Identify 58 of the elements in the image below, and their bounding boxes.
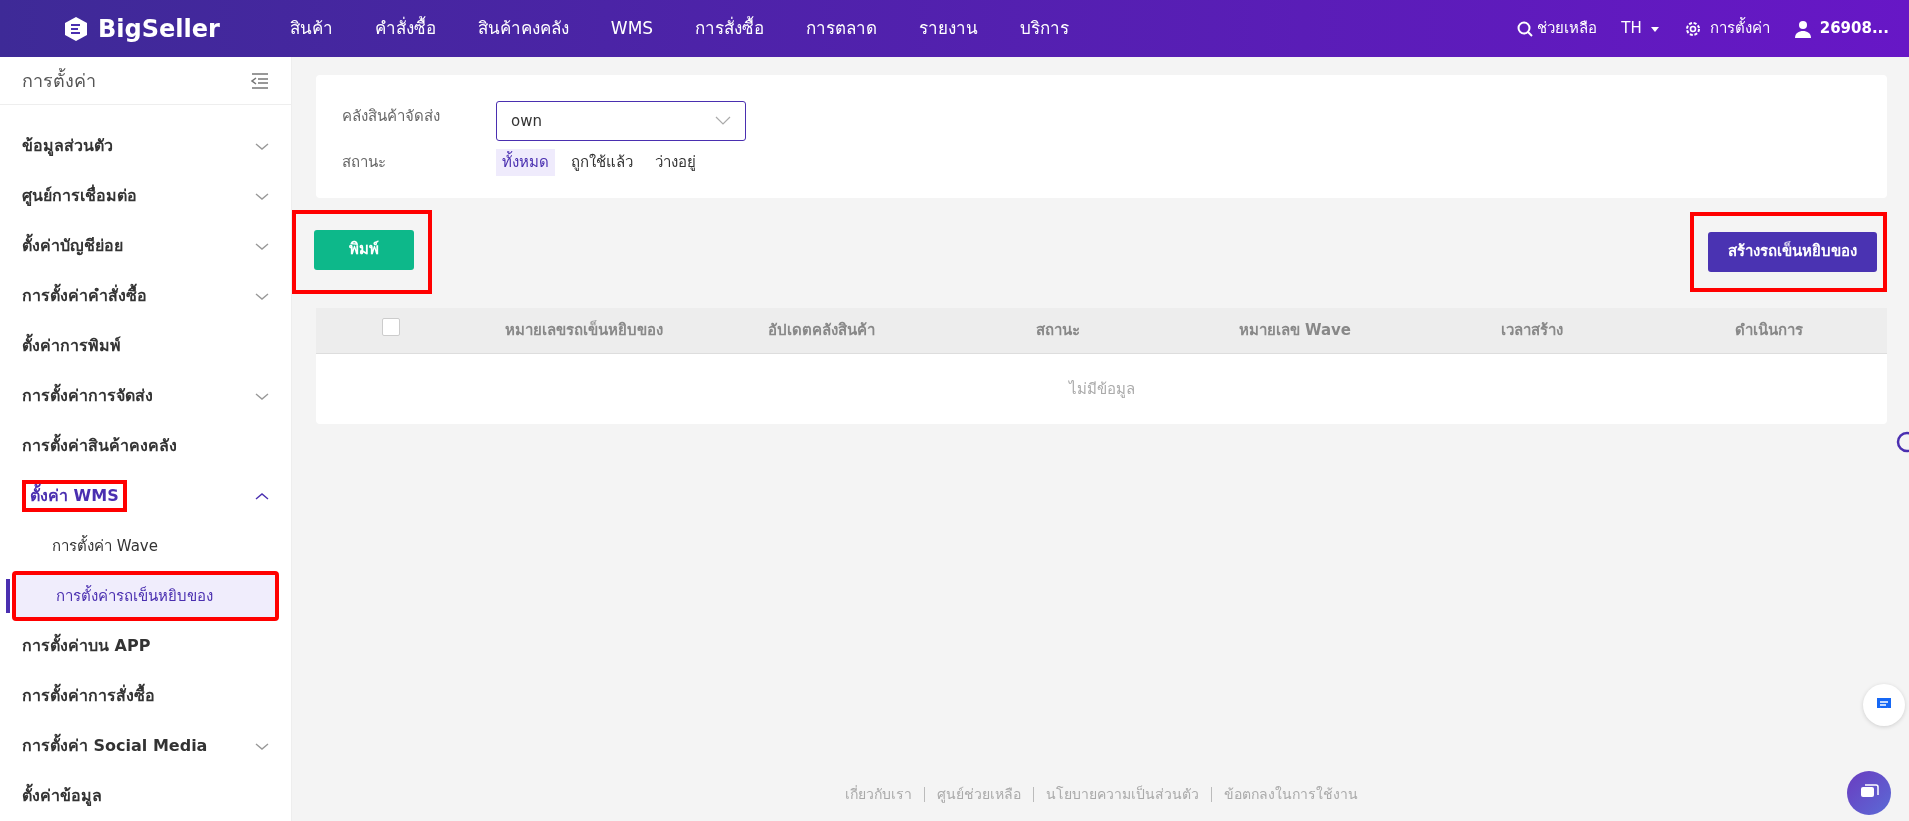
language-select[interactable]: TH xyxy=(1621,17,1660,40)
nav-link[interactable]: การสั่งซื้อ xyxy=(695,15,765,42)
nav-link[interactable]: สินค้า xyxy=(289,15,333,42)
column-header: หมายเลขรถเข็นหยิบของ xyxy=(504,319,665,341)
sidebar-item[interactable]: การตั้งค่าการสั่งซื้อ xyxy=(22,684,155,708)
column-header: อัปเดตคลังสินค้า xyxy=(766,319,876,341)
sidebar-item[interactable]: การตั้งค่าบน APP xyxy=(22,634,151,658)
chevron-down-icon xyxy=(255,391,269,401)
column-header: ดำเนินการ xyxy=(1733,319,1804,341)
board-button[interactable] xyxy=(1863,684,1905,726)
status-filter-tab[interactable]: ทั้งหมด xyxy=(496,149,555,176)
chevron-down-icon xyxy=(715,116,731,126)
chat-button[interactable] xyxy=(1847,771,1891,815)
sidebar-item[interactable]: ตั้งค่าบัญชีย่อย xyxy=(22,234,123,258)
select-all-checkbox[interactable] xyxy=(382,317,400,336)
sidebar-item[interactable]: การตั้งค่า Social Media xyxy=(22,734,208,758)
column-header: สถานะ xyxy=(1035,319,1082,341)
sidebar-item[interactable]: ข้อมูลส่วนตัว xyxy=(22,134,113,158)
sidebar-item[interactable]: การตั้งค่าสินค้าคงคลัง xyxy=(22,434,177,458)
sidebar-item[interactable]: ตั้งค่าข้อมูล xyxy=(22,784,102,808)
chevron-down-icon xyxy=(255,291,269,301)
gear-icon xyxy=(1683,19,1702,38)
help-link[interactable]: ช่วยเหลือ xyxy=(1517,17,1598,40)
search-icon xyxy=(1517,20,1534,37)
sidebar-subitem[interactable]: การตั้งค่า Wave xyxy=(12,521,279,571)
status-filter-tab[interactable]: ถูกใช้แล้ว xyxy=(565,149,639,176)
chevron-up-icon xyxy=(255,491,269,501)
logo-text: BigSeller xyxy=(98,13,220,45)
sidebar-subitem[interactable]: การตั้งค่ารถเข็นหยิบของ xyxy=(12,571,279,621)
caret-icon xyxy=(1649,24,1660,33)
sidebar-item[interactable]: การตั้งค่าคำสั่งซื้อ xyxy=(22,284,147,308)
nav-link[interactable]: บริการ xyxy=(1020,15,1070,42)
sidebar-item[interactable]: ตั้งค่าการพิมพ์ xyxy=(22,334,121,358)
settings-link[interactable]: การตั้งค่า xyxy=(1683,17,1770,40)
nav-link[interactable]: การตลาด xyxy=(806,15,878,42)
warehouse-select[interactable]: own xyxy=(496,101,746,141)
sidebar-item[interactable]: การตั้งค่าการจัดส่ง xyxy=(22,384,153,408)
chevron-down-icon xyxy=(255,141,269,151)
user-icon xyxy=(1793,19,1812,38)
nav-link[interactable]: รายงาน xyxy=(919,15,979,42)
nav-link[interactable]: WMS xyxy=(610,15,654,42)
collapse-menu-icon xyxy=(251,71,269,90)
logo-icon xyxy=(62,14,90,43)
column-header: หมายเลข Wave xyxy=(1237,319,1353,341)
chevron-down-icon xyxy=(255,191,269,201)
sidebar-title: การตั้งค่า xyxy=(22,67,96,93)
nav-link[interactable]: คำสั่งซื้อ xyxy=(374,15,436,42)
chevron-down-icon xyxy=(255,241,269,251)
nav-link[interactable]: สินค้าคงคลัง xyxy=(477,15,569,42)
user-menu[interactable]: 26908... xyxy=(1793,17,1889,40)
sidebar-item[interactable]: ศูนย์การเชื่อมต่อ xyxy=(22,184,137,208)
chevron-down-icon xyxy=(255,741,269,751)
create-cart-button[interactable]: สร้างรถเข็นหยิบของ xyxy=(1708,231,1877,272)
field-label: คลังสินค้าจัดส่ง xyxy=(342,106,441,127)
empty-message: ไม่มีข้อมูล xyxy=(1067,378,1136,400)
column-header: เวลาสร้าง xyxy=(1499,319,1564,341)
field-label: สถานะ xyxy=(342,152,387,173)
status-filter-tab[interactable]: ว่างอยู่ xyxy=(649,149,702,176)
